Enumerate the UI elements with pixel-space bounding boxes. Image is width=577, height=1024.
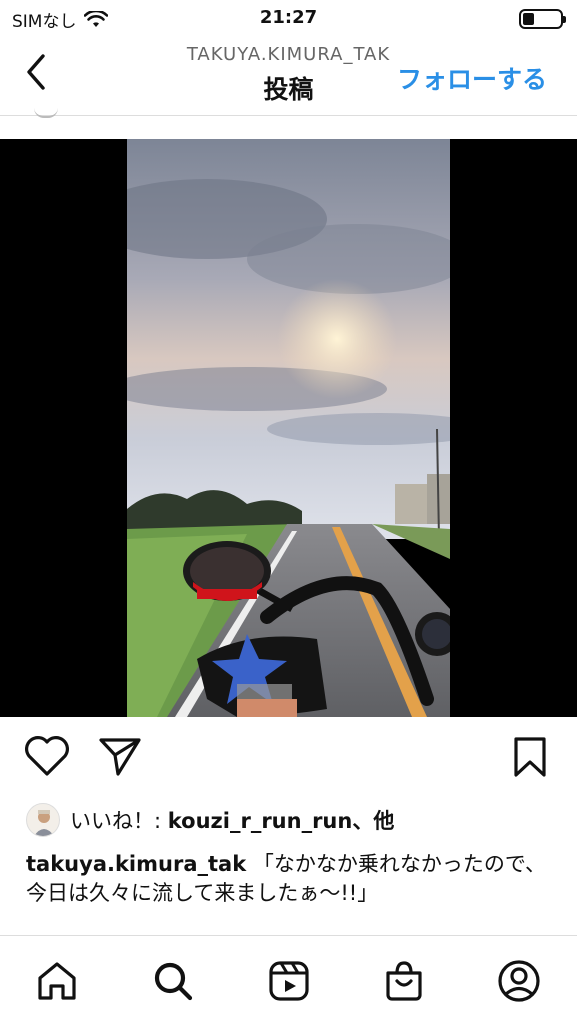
reels-icon [269, 961, 309, 1001]
likes-prefix: いいね！: [70, 809, 168, 833]
caption-username[interactable]: takuya.kimura_tak [26, 852, 246, 876]
likes-suffix[interactable]: 、他 [352, 809, 394, 833]
shopping-bag-icon [386, 961, 422, 1001]
header: TAKUYA.KIMURA_TAK 投稿 フォローする [0, 38, 577, 118]
paper-plane-icon [99, 738, 141, 776]
follow-button[interactable]: フォローする [397, 60, 547, 96]
clock: 21:27 [259, 7, 318, 28]
likes-text: いいね！: kouzi_r_run_run、他 [70, 805, 394, 835]
liker-username[interactable]: kouzi_r_run_run [168, 809, 353, 833]
avatar-image [34, 810, 54, 836]
motorcycle-road-image [127, 139, 450, 717]
home-icon [38, 962, 76, 1000]
like-button[interactable] [24, 735, 70, 781]
share-button[interactable] [98, 735, 142, 781]
heart-icon [25, 736, 69, 776]
search-icon [154, 962, 193, 1001]
nav-home[interactable] [34, 958, 80, 1004]
post-actions [0, 735, 577, 785]
battery-icon [519, 9, 566, 29]
nav-profile[interactable] [496, 958, 542, 1004]
bookmark-icon [514, 737, 546, 777]
avatar[interactable] [34, 108, 58, 118]
liker-avatar[interactable] [26, 803, 60, 837]
likes-row[interactable]: いいね！: kouzi_r_run_run、他 [26, 803, 394, 837]
profile-icon [498, 960, 540, 1002]
nav-shop[interactable] [381, 958, 427, 1004]
post-media[interactable] [0, 139, 577, 717]
nav-reels[interactable] [266, 958, 312, 1004]
nav-search[interactable] [150, 958, 196, 1004]
status-bar: SIMなし 21:27 [0, 0, 577, 38]
bottom-nav [0, 935, 577, 1024]
save-button[interactable] [511, 735, 549, 783]
post-caption: takuya.kimura_tak 「なかなか乗れなかったので、今日は久々に流し… [26, 850, 556, 908]
post-photo[interactable] [127, 139, 450, 717]
